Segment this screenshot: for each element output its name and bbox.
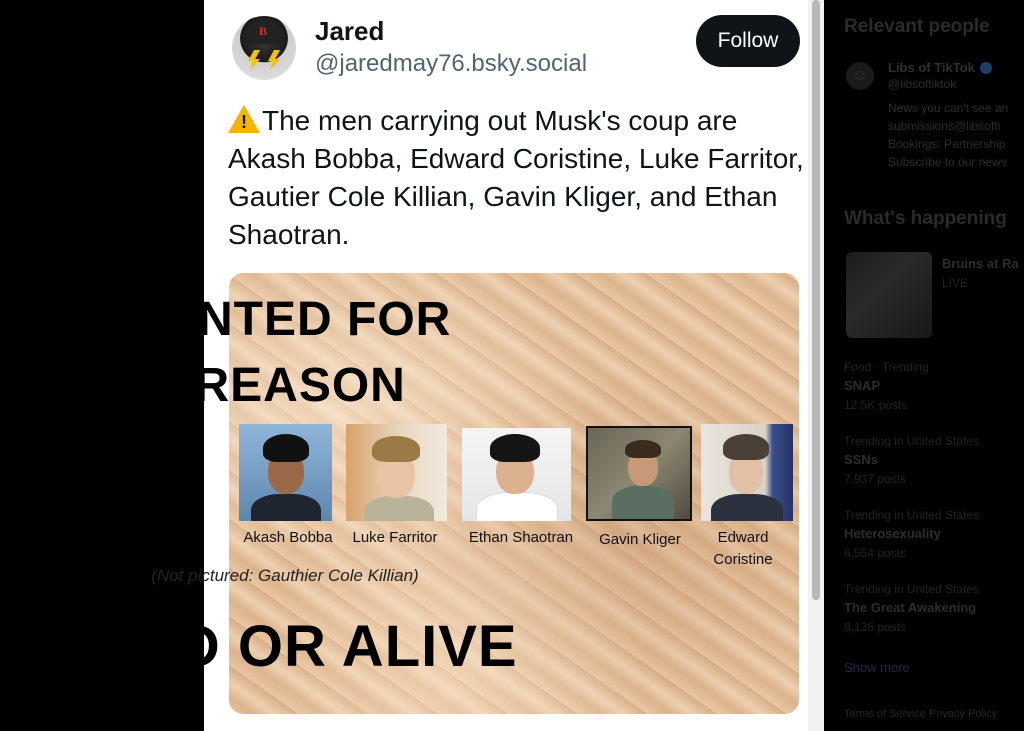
trend-heterosexuality-count: 6,554 posts (844, 546, 907, 560)
poster-title-line2: TREASON (164, 359, 406, 412)
relevant-person-bio-line2: submissions@libsofti (888, 119, 1001, 133)
caption-ethan-shaotran: Ethan Shaotran (468, 529, 574, 546)
trend-great-awakening[interactable]: The Great Awakening (844, 600, 976, 615)
relevant-person-name[interactable]: Libs of TikTok (888, 60, 975, 75)
relevant-person-bio-line3: Bookings: Partnership (888, 137, 1006, 151)
poster-title-line1: WANTED FOR (118, 293, 452, 346)
relevant-person-bio-line4: Subscribe to our news (888, 155, 1007, 169)
b-logo-icon: B (259, 24, 268, 38)
photo-luke-farritor (346, 424, 447, 521)
caption-akash-bobba: Akash Bobba (243, 529, 333, 546)
post-text: ! The men carrying out Musk's coup are Ak… (228, 102, 808, 254)
caption-edward-line2: Coristine (713, 551, 773, 568)
post-body: The men carrying out Musk's coup are Aka… (228, 105, 804, 250)
lightning-icon (268, 50, 280, 70)
lightning-icon (248, 50, 260, 70)
photo-ethan-shaotran (462, 428, 571, 521)
trend-ssns[interactable]: SSNs (844, 452, 878, 467)
trend-bruins[interactable]: Bruins at Ra (942, 256, 1019, 271)
trend-snap-count: 12.5K posts (844, 398, 908, 412)
poster-bottom-text: DEAD OR ALIVE (52, 614, 518, 679)
relevant-person-handle: @libsoftiktok (888, 77, 957, 91)
trend-ssns-count: 7,937 posts (844, 472, 907, 486)
photo-akash-bobba (239, 424, 332, 521)
trend-ssns-meta: Trending in United States (844, 434, 979, 448)
relevant-people-heading: Relevant people (844, 16, 990, 37)
caption-gavin-kliger: Gavin Kliger (599, 531, 681, 548)
whats-happening-heading: What's happening (844, 208, 1007, 229)
show-more-link[interactable]: Show more (844, 660, 910, 675)
author-avatar[interactable]: B (232, 16, 296, 80)
trend-great-awakening-count: 8,135 posts (844, 620, 907, 634)
author-name[interactable]: Jared (315, 16, 384, 47)
poster-note: (Not pictured: Gauthier Cole Killian) (151, 566, 419, 585)
trend-snap-meta: Food · Trending (844, 360, 929, 374)
trend-great-awakening-meta: Trending in United States (844, 582, 979, 596)
warning-icon: ! (228, 105, 260, 133)
author-handle[interactable]: @jaredmay76.bsky.social (315, 50, 587, 78)
verified-badge-icon (980, 62, 992, 74)
trend-heterosexuality[interactable]: Heterosexuality (844, 526, 941, 541)
photo-gavin-kliger (586, 426, 692, 521)
trend-heterosexuality-meta: Trending in United States (844, 508, 979, 522)
trend-bruins-meta: LIVE (942, 276, 969, 290)
libs-of-tiktok-avatar[interactable]: ☺ (846, 62, 874, 90)
caption-luke-farritor: Luke Farritor (352, 529, 438, 546)
trend-snap[interactable]: SNAP (844, 378, 880, 393)
photo-edward-coristine (701, 424, 793, 521)
caption-edward-line1: Edward (717, 529, 769, 546)
follow-button[interactable]: Follow (696, 15, 800, 67)
footer-links[interactable]: Terms of Service Privacy Policy (844, 708, 997, 720)
relevant-person-bio-line1: News you can't see an (888, 101, 1009, 115)
trend-thumbnail[interactable] (846, 252, 932, 338)
scrollbar-thumb[interactable] (812, 0, 820, 600)
